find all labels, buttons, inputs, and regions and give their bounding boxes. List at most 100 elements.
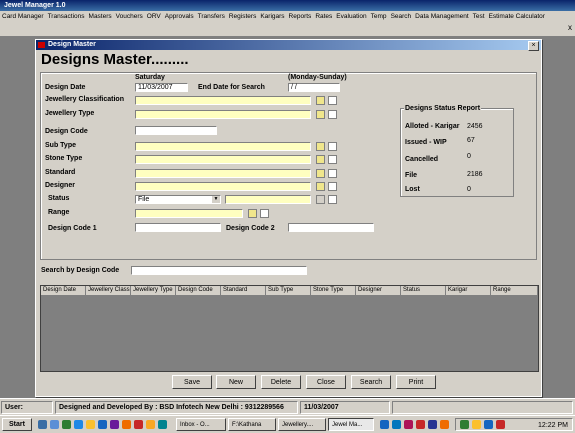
clock[interactable]: 12:22 PM [538, 420, 568, 431]
end-date-field[interactable]: / / [288, 83, 340, 92]
tray-app-icon[interactable] [404, 420, 413, 429]
new-document-icon[interactable] [328, 110, 337, 119]
window-title: Design Master [48, 41, 96, 48]
grid-col-range[interactable]: Range [491, 286, 538, 295]
save-button[interactable]: Save [172, 375, 212, 389]
start-button[interactable]: Start [2, 418, 32, 431]
menu-approvals[interactable]: Approvals [163, 13, 196, 20]
word-icon[interactable] [74, 420, 83, 429]
menu-masters[interactable]: Masters [87, 13, 114, 20]
tray-status-icon[interactable] [484, 420, 493, 429]
binoculars-icon[interactable] [316, 142, 325, 151]
jewellery-type-field[interactable] [135, 110, 311, 119]
acrobat-icon[interactable] [134, 420, 143, 429]
task-inbox[interactable]: Inbox - O... [176, 418, 226, 431]
messenger-icon[interactable] [122, 420, 131, 429]
print-button[interactable]: Print [396, 375, 436, 389]
report-label-cancelled: Cancelled [405, 156, 439, 163]
binoculars-icon[interactable] [316, 195, 325, 204]
delete-button[interactable]: Delete [261, 375, 301, 389]
menu-karigars[interactable]: Karigars [258, 13, 286, 20]
new-button[interactable]: New [216, 375, 256, 389]
designer-field[interactable] [135, 182, 311, 191]
design-code-field[interactable] [135, 126, 217, 135]
menu-card-manager[interactable]: Card Manager [0, 13, 46, 20]
design-date-field[interactable]: 11/03/2007 [135, 83, 188, 92]
chevron-down-icon[interactable]: ▼ [212, 196, 220, 203]
menu-rates[interactable]: Rates [313, 13, 334, 20]
standard-field[interactable] [135, 169, 311, 178]
new-document-icon[interactable] [328, 195, 337, 204]
binoculars-icon[interactable] [316, 110, 325, 119]
grid-col-karigar[interactable]: Karigar [446, 286, 491, 295]
app-icon[interactable] [110, 420, 119, 429]
new-document-icon[interactable] [328, 169, 337, 178]
jewellery-classification-field[interactable] [135, 96, 311, 105]
desktop-icon[interactable] [62, 420, 71, 429]
range-field[interactable] [135, 209, 243, 218]
folder-icon[interactable] [86, 420, 95, 429]
menu-search[interactable]: Search [389, 13, 414, 20]
binoculars-icon[interactable] [316, 96, 325, 105]
binoculars-icon[interactable] [248, 209, 257, 218]
tray-app-icon[interactable] [416, 420, 425, 429]
task-kathana[interactable]: F:\Kathana [228, 418, 276, 431]
task-jewellery[interactable]: Jewellery.... [278, 418, 326, 431]
new-document-icon[interactable] [328, 142, 337, 151]
binoculars-icon[interactable] [316, 182, 325, 191]
sub-type-field[interactable] [135, 142, 311, 151]
window-app-icon [38, 42, 45, 48]
new-document-icon[interactable] [328, 155, 337, 164]
menu-reports[interactable]: Reports [287, 13, 314, 20]
stone-type-field[interactable] [135, 155, 311, 164]
menu-orv[interactable]: ORV [145, 13, 163, 20]
network-icon[interactable] [460, 420, 469, 429]
grid-col-jewellery-classi[interactable]: Jewellery Classi [86, 286, 131, 295]
menu-vouchers[interactable]: Vouchers [114, 13, 145, 20]
design-code-2-field[interactable] [288, 223, 374, 232]
smiley-icon[interactable] [146, 420, 155, 429]
search-button[interactable]: Search [351, 375, 391, 389]
tray-app-icon[interactable] [440, 420, 449, 429]
new-document-icon[interactable] [328, 182, 337, 191]
menu-transactions[interactable]: Transactions [46, 13, 87, 20]
new-document-icon[interactable] [260, 209, 269, 218]
window-close-button[interactable]: × [528, 41, 539, 51]
volume-icon[interactable] [472, 420, 481, 429]
menu-transfers[interactable]: Transfers [196, 13, 227, 20]
binoculars-icon[interactable] [316, 155, 325, 164]
status-detail-field[interactable] [225, 195, 311, 204]
menu-evaluation[interactable]: Evaluation [334, 13, 368, 20]
design-code-1-field[interactable] [135, 223, 221, 232]
menu-temp[interactable]: Temp [369, 13, 389, 20]
outlook-icon[interactable] [50, 420, 59, 429]
designs-grid[interactable]: Design Date Jewellery Classi Jewellery T… [40, 285, 539, 372]
task-jewel-manager[interactable]: Jewel Ma... [328, 418, 374, 431]
menu-estimate-calculator[interactable]: Estimate Calculator [487, 13, 547, 20]
grid-col-design-date[interactable]: Design Date [41, 286, 86, 295]
grid-col-jewellery-type[interactable]: Jewellery Type [131, 286, 176, 295]
antivirus-icon[interactable] [496, 420, 505, 429]
menu-registers[interactable]: Registers [227, 13, 258, 20]
menu-data-management[interactable]: Data Management [413, 13, 470, 20]
mdi-close-button[interactable]: x [568, 23, 572, 32]
end-date-label: End Date for Search [198, 84, 265, 91]
media-icon[interactable] [98, 420, 107, 429]
tray-app-icon[interactable] [428, 420, 437, 429]
explorer-icon[interactable] [158, 420, 167, 429]
grid-col-stone-type[interactable]: Stone Type [311, 286, 356, 295]
tray-app-icon[interactable] [392, 420, 401, 429]
grid-col-status[interactable]: Status [401, 286, 446, 295]
grid-col-designer[interactable]: Designer [356, 286, 401, 295]
tray-app-icon[interactable] [380, 420, 389, 429]
close-button[interactable]: Close [306, 375, 346, 389]
grid-col-sub-type[interactable]: Sub Type [266, 286, 311, 295]
grid-col-standard[interactable]: Standard [221, 286, 266, 295]
binoculars-icon[interactable] [316, 169, 325, 178]
search-by-code-input[interactable] [131, 266, 307, 275]
menu-test[interactable]: Test [471, 13, 487, 20]
new-document-icon[interactable] [328, 96, 337, 105]
status-select[interactable]: File ▼ [135, 195, 221, 204]
ie-icon[interactable] [38, 420, 47, 429]
grid-col-design-code[interactable]: Design Code [176, 286, 221, 295]
